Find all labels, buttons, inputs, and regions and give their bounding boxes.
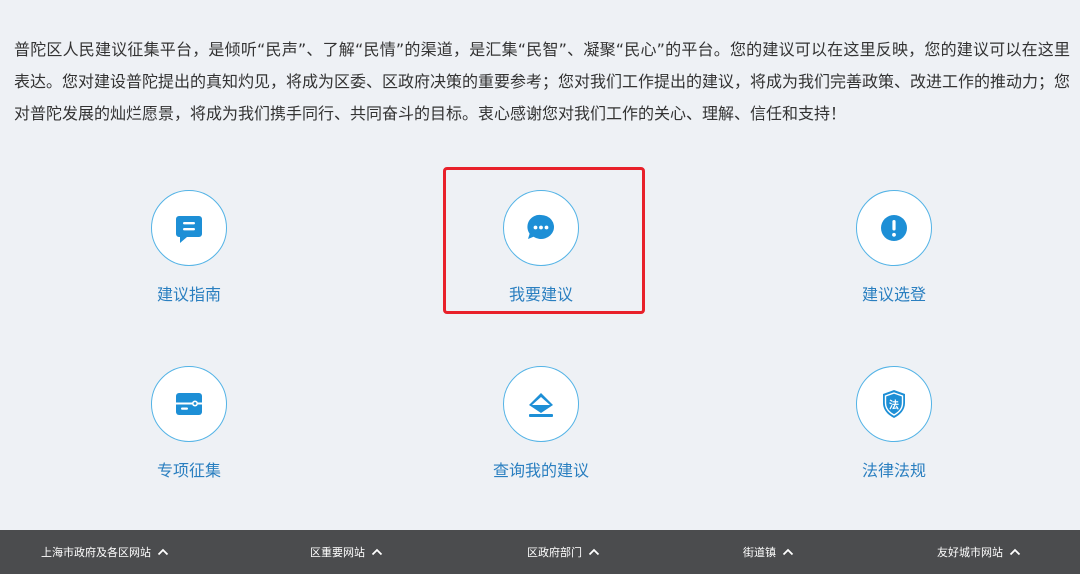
chat-bubble-icon [527,214,555,239]
footer-link-label: 区政府部门 [527,546,582,559]
chevron-up-icon [370,545,384,559]
footer-link-label: 区重要网站 [310,546,365,559]
law-shield-icon: 法 [883,390,905,418]
footer-link-label: 街道镇 [743,546,776,559]
footer-bar: 上海市政府及各区网站 区重要网站 区政府部门 街道镇 友好城市网站 [0,530,1080,574]
menu-item-featured[interactable]: 建议选登 [794,190,994,305]
menu-item-laws[interactable]: 法 法律法规 [794,366,994,481]
submit-icon-circle[interactable] [503,190,579,266]
svg-text:法: 法 [889,399,899,412]
menu-item-label: 查询我的建议 [492,461,589,480]
chevron-up-icon [781,545,795,559]
footer-link-shanghai-gov[interactable]: 上海市政府及各区网站 [41,530,170,574]
menu-item-label: 我要建议 [508,285,573,304]
menu-item-guide[interactable]: 建议指南 [89,190,289,305]
guide-icon-circle[interactable] [151,190,227,266]
folder-icon [176,393,202,415]
footer-link-sister-cities[interactable]: 友好城市网站 [937,530,1022,574]
featured-icon-circle[interactable] [856,190,932,266]
menu-item-label: 建议指南 [156,285,221,304]
chevron-up-icon [156,545,170,559]
feature-grid: 建议指南 我要建议 建议选登 专项征集 查询我的建议 法 法律法规 [0,0,1080,530]
menu-item-submit-suggestion[interactable]: 我要建议 [441,190,641,305]
menu-item-special-collection[interactable]: 专项征集 [89,366,289,481]
menu-item-query-suggestion[interactable]: 查询我的建议 [441,366,641,481]
chevron-up-icon [1008,545,1022,559]
menu-item-label: 法律法规 [861,461,926,480]
menu-item-label: 专项征集 [156,461,221,480]
footer-link-gov-departments[interactable]: 区政府部门 [527,530,601,574]
query-icon-circle[interactable] [503,366,579,442]
special-icon-circle[interactable] [151,366,227,442]
laws-icon-circle[interactable]: 法 [856,366,932,442]
document-icon [176,216,202,243]
chevron-up-icon [587,545,601,559]
footer-link-streets-towns[interactable]: 街道镇 [743,530,795,574]
menu-item-label: 建议选登 [861,285,926,304]
envelope-icon [529,393,553,417]
footer-link-district-sites[interactable]: 区重要网站 [310,530,384,574]
footer-link-label: 友好城市网站 [937,546,1003,559]
exclamation-icon [881,215,907,241]
footer-link-label: 上海市政府及各区网站 [41,546,151,559]
